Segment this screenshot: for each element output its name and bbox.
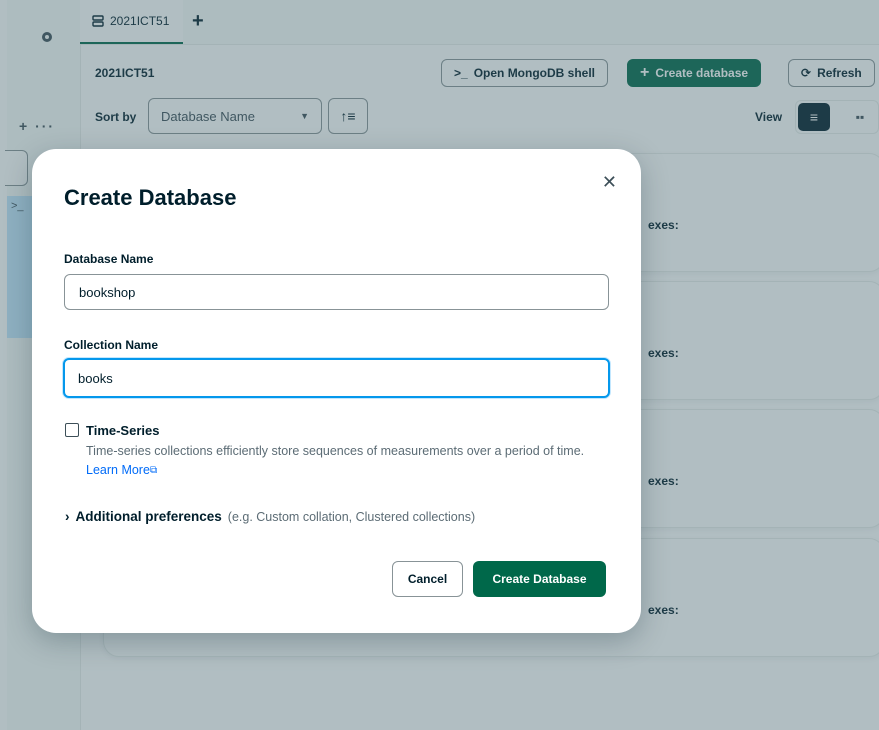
additional-preferences-label: Additional preferences — [75, 509, 222, 524]
close-icon[interactable]: ✕ — [602, 173, 617, 191]
collection-name-label: Collection Name — [64, 338, 159, 352]
database-name-label: Database Name — [64, 252, 154, 266]
modal-title: Create Database — [64, 185, 237, 210]
additional-preferences-toggle[interactable]: › Additional preferences (e.g. Custom co… — [65, 509, 475, 524]
chevron-right-icon: › — [65, 509, 70, 524]
cancel-button[interactable]: Cancel — [392, 561, 463, 597]
time-series-desc-text: Time-series collections efficiently stor… — [86, 444, 585, 458]
time-series-label: Time-Series — [86, 423, 160, 438]
create-database-submit-button[interactable]: Create Database — [473, 561, 606, 597]
database-name-input[interactable] — [64, 274, 609, 310]
time-series-checkbox[interactable] — [65, 423, 79, 437]
learn-more-link[interactable]: Learn More — [86, 463, 150, 477]
time-series-description: Time-series collections efficiently stor… — [86, 442, 606, 480]
create-database-modal: ✕ Create Database Database Name Collecti… — [32, 149, 641, 633]
additional-preferences-hint: (e.g. Custom collation, Clustered collec… — [227, 509, 476, 524]
external-link-icon: ⧉ — [149, 465, 158, 476]
collection-name-input[interactable] — [63, 358, 610, 398]
